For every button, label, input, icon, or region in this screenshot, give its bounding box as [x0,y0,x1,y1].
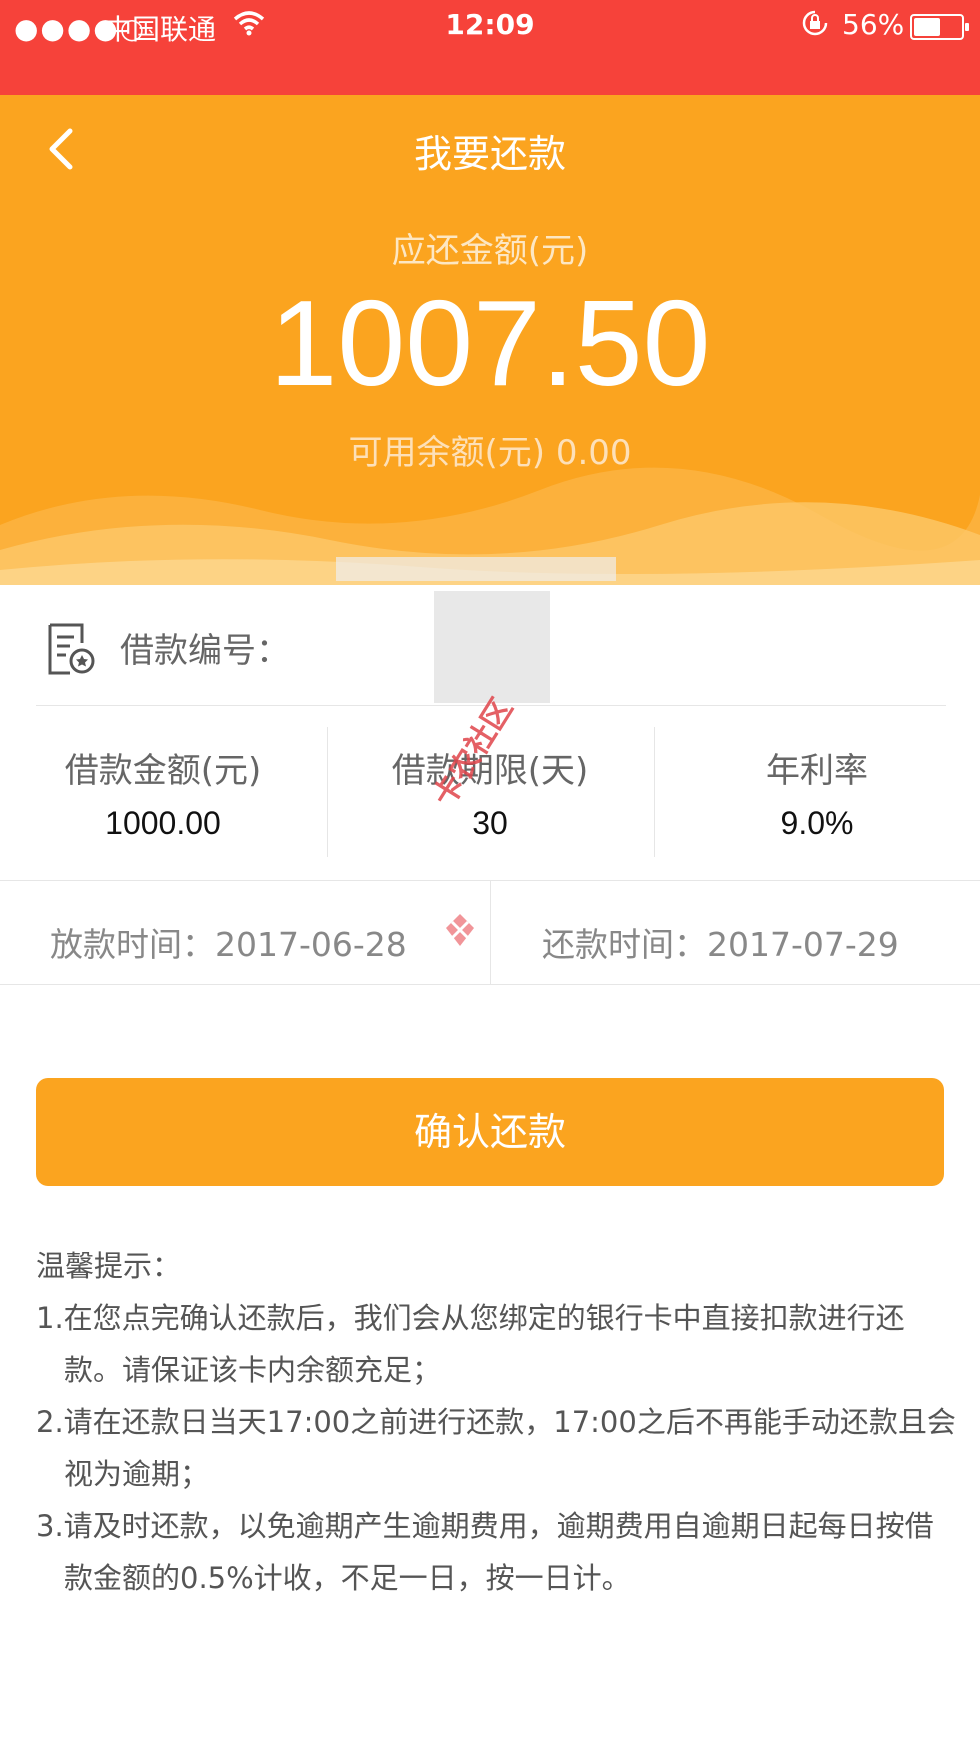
watermark-logo [446,914,474,946]
loan-amount-stat: 借款金额(元) 1000.00 [0,705,326,880]
tip-item: 3.请及时还款，以免逾期产生逾期费用，逾期费用自逾期日起每日按借款金额的0.5%… [36,1509,934,1595]
amount-due-value: 1007.50 [269,275,711,411]
interest-rate-stat: 年利率 9.0% [654,705,980,880]
tips-section: 温馨提示： 1.在您点完确认还款后，我们会从您绑定的银行卡中直接扣款进行还款。请… [36,1240,956,1604]
battery-percent: 56% [842,8,905,41]
status-bar: ●●●●○ 中国联通 12:09 56% [0,0,980,95]
battery-icon [910,14,969,40]
loan-amount-label: 借款金额(元) [64,751,262,791]
confirm-repayment-button[interactable]: 确认还款 [36,1078,944,1186]
document-icon [48,623,95,675]
amount-due-label: 应还金额(元) [391,231,589,271]
page-title: 我要还款 [413,132,566,176]
repayment-date-value: 2017-07-29 [707,925,899,964]
tips-title: 温馨提示： [36,1249,182,1283]
redacted-loan-number [434,591,550,703]
interest-rate-label: 年利率 [766,751,868,791]
tip-item: 2.请在还款日当天17:00之前进行还款，17:00之后不再能手动还款且会视为逾… [36,1405,956,1491]
divider [490,880,491,984]
clock: 12:09 [445,8,535,41]
redaction-smudge [336,557,616,581]
repayment-date: 还款时间：2017-07-29 [542,918,899,966]
loan-amount-value: 1000.00 [105,805,221,841]
loan-term-value: 30 [472,805,508,841]
disbursement-date: 放款时间：2017-06-28 [50,918,407,966]
interest-rate-value: 9.0% [780,805,854,841]
disbursement-date-value: 2017-06-28 [215,925,407,964]
tip-item: 1.在您点完确认还款后，我们会从您绑定的银行卡中直接扣款进行还款。请保证该卡内余… [36,1301,905,1387]
repayment-summary-header: 我要还款 应还金额(元) 1007.50 可用余额(元) 0.00 [0,95,980,585]
disbursement-date-label: 放款时间： [50,925,215,964]
loan-number-label: 借款编号： [120,631,290,671]
loan-dates: 放款时间：2017-06-28 还款时间：2017-07-29 [0,880,980,985]
repayment-date-label: 还款时间： [542,925,707,964]
loan-number-row: 借款编号： [36,557,946,706]
orientation-lock-icon [802,10,828,36]
